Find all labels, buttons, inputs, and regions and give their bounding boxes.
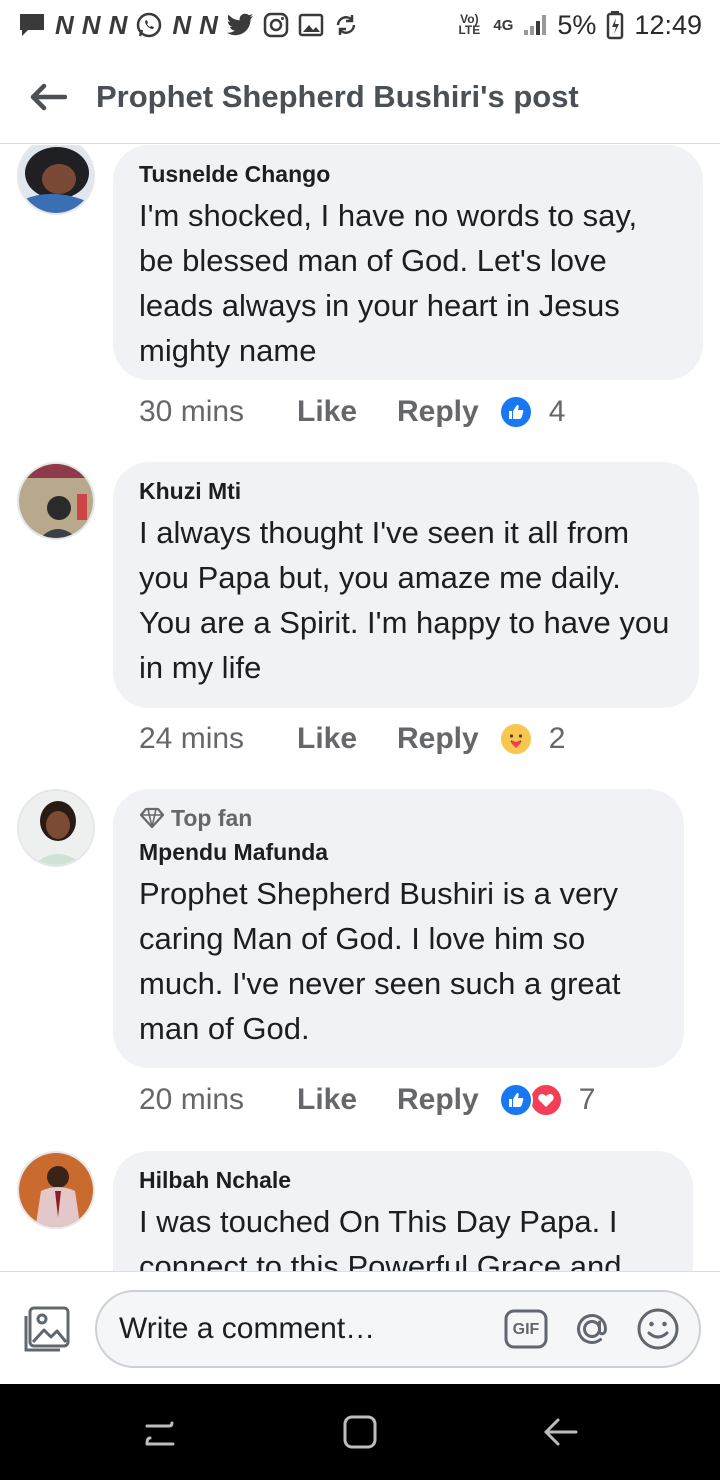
whatsapp-icon [135, 12, 163, 38]
comment-input[interactable] [119, 1312, 489, 1346]
reaction-count: 7 [578, 1083, 596, 1116]
sync-icon [333, 12, 359, 38]
comment-text: I'm shocked, I have no words to say, be … [139, 198, 638, 368]
comment-actions: 30 mins Like Reply 4 [139, 395, 565, 429]
home-icon [343, 1415, 377, 1449]
avatar[interactable] [17, 145, 95, 215]
reply-button[interactable]: Reply [397, 1083, 479, 1117]
back-button[interactable] [0, 50, 96, 144]
chat-notification-icon [18, 12, 46, 38]
at-sign-icon [577, 1314, 608, 1345]
comment-time[interactable]: 24 mins [139, 722, 297, 756]
status-bar: N N N N N Vo) LTE 4G 5% 12:49 [0, 0, 720, 50]
system-back-button[interactable] [540, 1412, 580, 1452]
gallery-icon [298, 12, 324, 38]
top-fan-badge: Top fan [139, 803, 658, 833]
comment-time[interactable]: 30 mins [139, 395, 297, 429]
comment-text: Prophet Shepherd Bushiri is a very carin… [139, 876, 621, 1046]
comment-author[interactable]: Mpendu Mafunda [139, 837, 658, 867]
signal-icon [523, 12, 547, 38]
n-app-icon: N [108, 9, 128, 40]
n-app-icon: N [199, 9, 218, 40]
home-button[interactable] [340, 1412, 380, 1452]
care-reaction-icon [498, 722, 533, 756]
comment-field[interactable]: GIF [95, 1290, 701, 1368]
app-header: Prophet Shepherd Bushiri's post [0, 50, 720, 144]
comment-bubble[interactable]: Tusnelde Chango I'm shocked, I have no w… [113, 145, 703, 380]
comment-time[interactable]: 20 mins [139, 1083, 297, 1117]
page-title: Prophet Shepherd Bushiri's post [96, 78, 579, 114]
reply-button[interactable]: Reply [397, 722, 479, 756]
clock: 12:49 [634, 9, 702, 40]
recent-apps-icon [145, 1421, 175, 1446]
comment-author[interactable]: Khuzi Mti [139, 476, 673, 506]
comment-text: I was touched On This Day Papa. I connec… [139, 1204, 622, 1271]
network-type-label: 4G [493, 16, 514, 34]
smiley-icon [637, 1308, 679, 1350]
reaction-count: 4 [548, 395, 566, 428]
photo-button[interactable] [20, 1304, 72, 1356]
battery-percent: 5% [557, 9, 597, 40]
comment-bubble[interactable]: Hilbah Nchale I was touched On This Day … [113, 1151, 693, 1271]
reaction-count: 2 [548, 722, 566, 755]
volte-label: Vo) LTE [458, 12, 481, 37]
back-arrow-icon [30, 83, 67, 110]
reply-button[interactable]: Reply [397, 395, 479, 429]
like-button[interactable]: Like [297, 722, 397, 756]
system-status: Vo) LTE 4G 5% 12:49 [455, 10, 702, 41]
comment-actions: 24 mins Like Reply 2 [139, 722, 565, 756]
mention-button[interactable] [569, 1306, 615, 1352]
gif-label: GIF [512, 1321, 540, 1338]
n-app-icon: N [172, 9, 191, 40]
recent-apps-button[interactable] [140, 1412, 180, 1452]
comment-author[interactable]: Tusnelde Chango [139, 159, 677, 189]
comment-author[interactable]: Hilbah Nchale [139, 1165, 667, 1195]
comment-text: I always thought I've seen it all from y… [139, 515, 670, 685]
like-button[interactable]: Like [297, 1083, 397, 1117]
avatar[interactable] [17, 1151, 95, 1229]
emoji-button[interactable] [635, 1306, 681, 1352]
reaction-summary[interactable]: 7 [498, 1083, 596, 1117]
n-app-icon: N [55, 9, 74, 40]
reaction-summary[interactable]: 4 [498, 395, 566, 429]
like-reaction-icon [498, 395, 533, 429]
love-reaction-icon [528, 1083, 563, 1117]
instagram-icon [263, 12, 289, 38]
twitter-icon [226, 12, 254, 38]
avatar[interactable] [17, 462, 95, 540]
avatar[interactable] [17, 789, 95, 867]
n-app-icon: N [81, 9, 101, 40]
battery-charging-icon [606, 11, 624, 40]
system-nav-bar [0, 1384, 720, 1480]
comment-bubble[interactable]: Top fan Mpendu Mafunda Prophet Shepherd … [113, 789, 684, 1068]
like-button[interactable]: Like [297, 395, 397, 429]
comment-actions: 20 mins Like Reply 7 [139, 1083, 595, 1117]
diamond-icon [139, 807, 165, 829]
comment-bubble[interactable]: Khuzi Mti I always thought I've seen it … [113, 462, 699, 708]
composer-icons: GIF [503, 1306, 681, 1352]
comment-composer: GIF [0, 1271, 720, 1384]
notification-icons: N N N N N [18, 9, 359, 40]
gif-button[interactable]: GIF [503, 1306, 549, 1352]
top-fan-label: Top fan [171, 805, 253, 831]
system-back-icon [544, 1418, 578, 1446]
photo-icon [24, 1306, 70, 1352]
comment-list[interactable]: Tusnelde Chango I'm shocked, I have no w… [0, 145, 720, 1271]
like-reaction-icon [498, 1083, 533, 1117]
reaction-summary[interactable]: 2 [498, 722, 566, 756]
